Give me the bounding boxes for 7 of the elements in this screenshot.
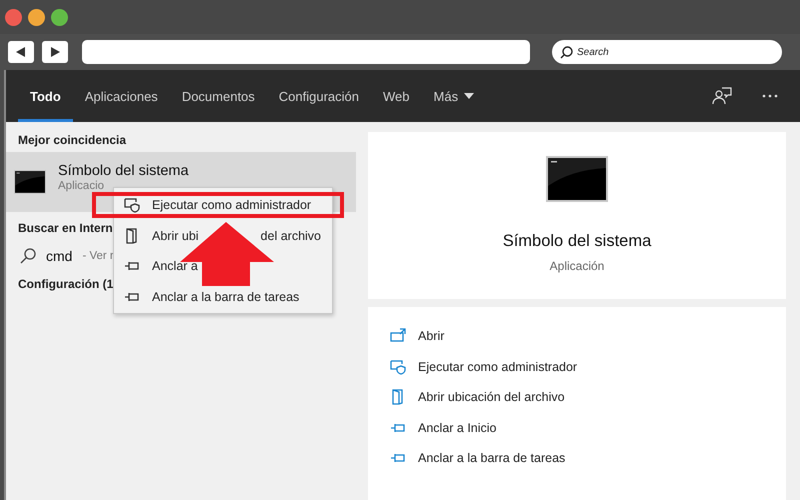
section-heading: Configuración (1: [17, 276, 114, 293]
result-title: Símbolo del sistema: [58, 164, 189, 178]
app-type: Aplicación: [550, 259, 604, 273]
result-subtitle: Aplicacio: [58, 180, 106, 192]
app-title: Símbolo del sistema: [502, 232, 652, 251]
section-heading: Mejor coincidencia: [17, 132, 128, 149]
section-heading: Buscar en Intern: [17, 220, 114, 237]
